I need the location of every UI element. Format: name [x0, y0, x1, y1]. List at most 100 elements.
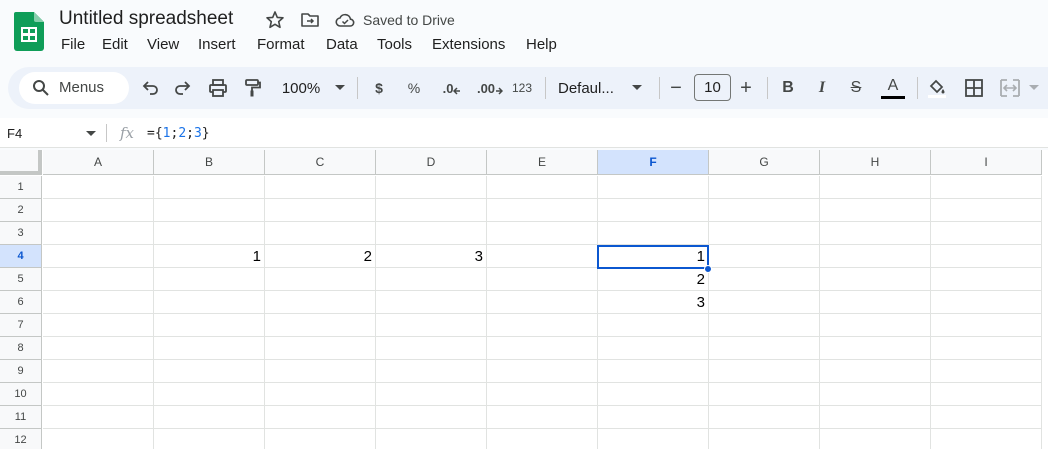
- star-icon[interactable]: [265, 10, 285, 30]
- cell-e11[interactable]: [487, 406, 598, 429]
- cell-a5[interactable]: [43, 268, 154, 291]
- merge-cells-icon[interactable]: [998, 76, 1022, 100]
- cell-f9[interactable]: [598, 360, 709, 383]
- cell-h3[interactable]: [820, 222, 931, 245]
- zoom-dropdown-icon[interactable]: [333, 76, 347, 100]
- cell-c10[interactable]: [265, 383, 376, 406]
- cell-a1[interactable]: [43, 176, 154, 199]
- decrease-decimal-button[interactable]: .0: [438, 76, 466, 100]
- cell-c12[interactable]: [265, 429, 376, 449]
- borders-icon[interactable]: [962, 76, 986, 100]
- cell-g5[interactable]: [709, 268, 820, 291]
- cell-i10[interactable]: [931, 383, 1042, 406]
- row-header-3[interactable]: 3: [0, 222, 42, 245]
- font-dropdown-icon[interactable]: [630, 76, 644, 100]
- menu-extensions[interactable]: Extensions: [430, 36, 507, 53]
- undo-icon[interactable]: [138, 76, 162, 100]
- cell-a3[interactable]: [43, 222, 154, 245]
- column-header-b[interactable]: B: [154, 150, 265, 175]
- menu-edit[interactable]: Edit: [100, 36, 130, 53]
- percent-format-button[interactable]: %: [403, 76, 425, 100]
- cell-i7[interactable]: [931, 314, 1042, 337]
- cell-g1[interactable]: [709, 176, 820, 199]
- cell-h2[interactable]: [820, 199, 931, 222]
- cell-f11[interactable]: [598, 406, 709, 429]
- increase-font-size-button[interactable]: +: [736, 76, 756, 100]
- cell-g8[interactable]: [709, 337, 820, 360]
- cell-d7[interactable]: [376, 314, 487, 337]
- cell-i11[interactable]: [931, 406, 1042, 429]
- menu-file[interactable]: File: [59, 36, 87, 53]
- sheets-logo-icon[interactable]: [14, 12, 44, 51]
- cell-e4[interactable]: [487, 245, 598, 268]
- cell-b11[interactable]: [154, 406, 265, 429]
- column-header-c[interactable]: C: [265, 150, 376, 175]
- merge-dropdown-icon[interactable]: [1028, 76, 1040, 100]
- name-box-dropdown-icon[interactable]: [86, 131, 96, 136]
- cell-g7[interactable]: [709, 314, 820, 337]
- cell-e8[interactable]: [487, 337, 598, 360]
- cell-i4[interactable]: [931, 245, 1042, 268]
- cell-b7[interactable]: [154, 314, 265, 337]
- cell-g6[interactable]: [709, 291, 820, 314]
- fill-color-icon[interactable]: [925, 76, 949, 100]
- cell-d6[interactable]: [376, 291, 487, 314]
- cell-b4[interactable]: 1: [154, 245, 265, 268]
- cell-e2[interactable]: [487, 199, 598, 222]
- column-header-f[interactable]: F: [598, 150, 709, 175]
- cell-a6[interactable]: [43, 291, 154, 314]
- cell-e7[interactable]: [487, 314, 598, 337]
- cell-h6[interactable]: [820, 291, 931, 314]
- cell-h5[interactable]: [820, 268, 931, 291]
- cell-h12[interactable]: [820, 429, 931, 449]
- print-icon[interactable]: [206, 76, 230, 100]
- cell-f2[interactable]: [598, 199, 709, 222]
- cell-c8[interactable]: [265, 337, 376, 360]
- cell-f12[interactable]: [598, 429, 709, 449]
- column-header-i[interactable]: I: [931, 150, 1042, 175]
- cell-b6[interactable]: [154, 291, 265, 314]
- row-header-6[interactable]: 6: [0, 291, 42, 314]
- cell-f5[interactable]: 2: [598, 268, 709, 291]
- fill-handle[interactable]: [704, 265, 712, 273]
- column-header-d[interactable]: D: [376, 150, 487, 175]
- cell-c5[interactable]: [265, 268, 376, 291]
- row-header-2[interactable]: 2: [0, 199, 42, 222]
- document-title[interactable]: Untitled spreadsheet: [59, 8, 233, 30]
- cell-a10[interactable]: [43, 383, 154, 406]
- cell-c1[interactable]: [265, 176, 376, 199]
- cell-f8[interactable]: [598, 337, 709, 360]
- cell-d5[interactable]: [376, 268, 487, 291]
- cell-c3[interactable]: [265, 222, 376, 245]
- row-header-10[interactable]: 10: [0, 383, 42, 406]
- cell-b1[interactable]: [154, 176, 265, 199]
- text-color-button[interactable]: A: [880, 76, 906, 100]
- cell-c6[interactable]: [265, 291, 376, 314]
- cell-h10[interactable]: [820, 383, 931, 406]
- sheet-grid[interactable]: A B C D E F G H I 1 2 3 4 1 2 3 1 5 2 6 3 7 8 9 10 11 12: [0, 150, 1048, 449]
- cell-a2[interactable]: [43, 199, 154, 222]
- menu-insert[interactable]: Insert: [196, 36, 238, 53]
- cell-d12[interactable]: [376, 429, 487, 449]
- cell-b3[interactable]: [154, 222, 265, 245]
- cell-g3[interactable]: [709, 222, 820, 245]
- cell-d4[interactable]: 3: [376, 245, 487, 268]
- cell-a8[interactable]: [43, 337, 154, 360]
- menu-data[interactable]: Data: [324, 36, 360, 53]
- decrease-font-size-button[interactable]: −: [666, 76, 686, 100]
- cell-e3[interactable]: [487, 222, 598, 245]
- bold-button[interactable]: B: [777, 76, 799, 100]
- cell-e9[interactable]: [487, 360, 598, 383]
- strikethrough-button[interactable]: S: [845, 76, 867, 100]
- cell-e1[interactable]: [487, 176, 598, 199]
- cell-h11[interactable]: [820, 406, 931, 429]
- cell-i2[interactable]: [931, 199, 1042, 222]
- cell-g11[interactable]: [709, 406, 820, 429]
- cell-i9[interactable]: [931, 360, 1042, 383]
- row-header-11[interactable]: 11: [0, 406, 42, 429]
- cell-d1[interactable]: [376, 176, 487, 199]
- column-header-g[interactable]: G: [709, 150, 820, 175]
- cell-i5[interactable]: [931, 268, 1042, 291]
- row-header-4[interactable]: 4: [0, 245, 42, 268]
- cell-a7[interactable]: [43, 314, 154, 337]
